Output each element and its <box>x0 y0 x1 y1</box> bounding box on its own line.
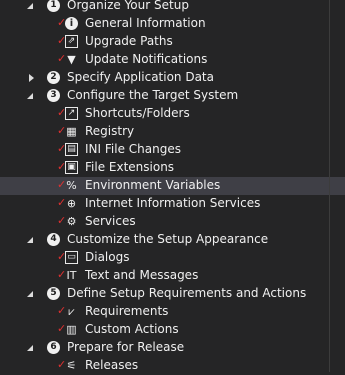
releases-icon: ⚟ <box>66 359 77 372</box>
step-number-badge: 2 <box>47 71 60 84</box>
tree-border <box>329 0 330 372</box>
tree-item[interactable]: ✓ ⚙ Services <box>0 213 345 231</box>
expanded-arrow-icon[interactable] <box>27 237 33 243</box>
text-icon: IT <box>66 269 77 282</box>
info-icon: i <box>65 17 78 30</box>
tree-item-label: Services <box>85 214 136 228</box>
expanded-arrow-icon[interactable] <box>27 291 33 297</box>
expanded-arrow-icon[interactable] <box>27 93 33 99</box>
tree-item-label: Update Notifications <box>85 52 208 66</box>
tree-group-label: Organize Your Setup <box>67 0 189 12</box>
tree-group-label: Specify Application Data <box>67 70 214 84</box>
tree-item-label: Registry <box>85 124 135 138</box>
tree-group-2[interactable]: 2 Specify Application Data <box>0 69 345 87</box>
custom-action-icon: ▥ <box>66 323 77 336</box>
tree-item[interactable]: ✓ ▦ Registry <box>0 123 345 141</box>
dialog-icon: ▭ <box>65 251 78 264</box>
tree-item-label: General Information <box>85 16 206 30</box>
tree-item-label: Shortcuts/Folders <box>85 106 190 120</box>
tree-item[interactable]: ✓ ⩗ Requirements <box>0 303 345 321</box>
tree-item-label: Releases <box>85 358 139 372</box>
tree-item[interactable]: ✓ IT Text and Messages <box>0 267 345 285</box>
tree-item-label: INI File Changes <box>85 142 181 156</box>
tree-item-label: Dialogs <box>85 250 130 264</box>
step-number-badge: 3 <box>47 89 60 102</box>
tree-group-3[interactable]: 3 Configure the Target System <box>0 87 345 105</box>
tree-group-label: Define Setup Requirements and Actions <box>67 286 307 300</box>
tree-item-label: Environment Variables <box>85 178 221 192</box>
tree-item-label: Custom Actions <box>85 322 179 336</box>
ini-file-icon: ▤ <box>65 143 78 156</box>
tree-item[interactable]: ✓ ▤ INI File Changes <box>0 141 345 159</box>
tree-item-label: Text and Messages <box>85 268 199 282</box>
tree-item-label: File Extensions <box>85 160 175 174</box>
expanded-arrow-icon[interactable] <box>27 3 33 9</box>
step-number-badge: 6 <box>47 341 60 354</box>
tree-item-label: Internet Information Services <box>85 196 261 210</box>
tree-item[interactable]: ✓ ⇗ Upgrade Paths <box>0 33 345 51</box>
gear-icon: ⚙ <box>66 215 77 228</box>
tree-item-label: Requirements <box>85 304 169 318</box>
tree-item[interactable]: ✓ ▣ File Extensions <box>0 159 345 177</box>
tree-item[interactable]: ✓ ↗ Shortcuts/Folders <box>0 105 345 123</box>
tree-group-1[interactable]: 1 Organize Your Setup <box>0 0 345 15</box>
tree-item[interactable]: ✓ ▥ Custom Actions <box>0 321 345 339</box>
tree-group-5[interactable]: 5 Define Setup Requirements and Actions <box>0 285 345 303</box>
step-number-badge: 4 <box>47 233 60 246</box>
registry-icon: ▦ <box>66 125 77 138</box>
tree-item-label: Upgrade Paths <box>85 34 173 48</box>
shortcut-icon: ↗ <box>65 107 78 120</box>
step-number-badge: 5 <box>47 287 60 300</box>
percent-icon: % <box>66 179 77 192</box>
tree-group-label: Configure the Target System <box>67 88 239 102</box>
globe-icon: ⊕ <box>66 197 77 210</box>
tree-item[interactable]: ✓ ▼ Update Notifications <box>0 51 345 69</box>
tree-item[interactable]: ✓ i General Information <box>0 15 345 33</box>
step-number-badge: 1 <box>47 0 60 12</box>
tree-item[interactable]: ✓ ▭ Dialogs <box>0 249 345 267</box>
funnel-icon: ▼ <box>67 53 76 66</box>
tree-group-6[interactable]: 6 Prepare for Release <box>0 339 345 357</box>
tree-item[interactable]: ✓ ⊕ Internet Information Services <box>0 195 345 213</box>
tree-group-4[interactable]: 4 Customize the Setup Appearance <box>0 231 345 249</box>
tree-group-label: Prepare for Release <box>67 340 185 354</box>
tree-item[interactable]: ✓ ⚟ Releases <box>0 357 345 375</box>
requirements-icon: ⩗ <box>68 305 75 318</box>
file-extension-icon: ▣ <box>65 161 78 174</box>
upgrade-icon: ⇗ <box>65 35 78 48</box>
expanded-arrow-icon[interactable] <box>27 345 33 351</box>
collapsed-arrow-icon[interactable] <box>29 74 34 82</box>
tree-group-label: Customize the Setup Appearance <box>67 232 269 246</box>
tree-item[interactable]: ✓% Environment Variables <box>0 177 345 195</box>
